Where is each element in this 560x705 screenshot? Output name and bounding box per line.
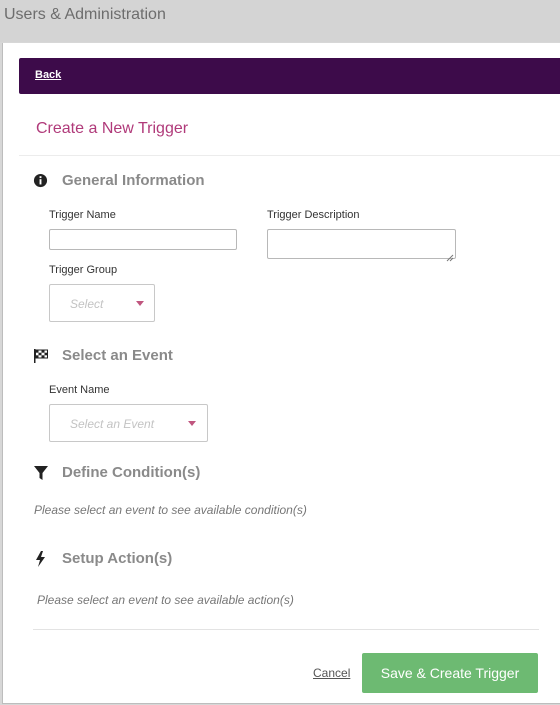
- window-title: Users & Administration: [4, 6, 166, 23]
- trigger-description-input[interactable]: [267, 229, 456, 259]
- trigger-name-label: Trigger Name: [49, 209, 116, 221]
- chevron-down-icon: [188, 421, 196, 426]
- save-create-trigger-button[interactable]: Save & Create Trigger: [362, 653, 538, 693]
- trigger-name-input[interactable]: [49, 229, 237, 250]
- conditions-hint: Please select an event to see available …: [34, 503, 307, 517]
- cancel-link[interactable]: Cancel: [313, 666, 350, 680]
- actions-hint: Please select an event to see available …: [37, 593, 294, 607]
- event-name-placeholder: Select an Event: [70, 417, 155, 431]
- trigger-description-label: Trigger Description: [267, 209, 360, 221]
- back-bar: Back: [19, 58, 560, 94]
- title-divider: [19, 155, 560, 156]
- page-title: Create a New Trigger: [36, 120, 189, 137]
- filter-icon: [33, 465, 49, 481]
- checkered-flag-icon: [33, 348, 49, 364]
- info-icon: [33, 173, 49, 189]
- footer-divider: [33, 629, 539, 630]
- chevron-down-icon: [136, 301, 144, 306]
- window-titlebar: Users & Administration: [0, 0, 560, 42]
- section-general-title: General Information: [62, 172, 205, 189]
- lightning-bolt-icon: [33, 551, 49, 567]
- trigger-group-label: Trigger Group: [49, 264, 118, 276]
- event-name-select[interactable]: Select an Event: [49, 404, 208, 442]
- section-event-title: Select an Event: [62, 347, 173, 364]
- trigger-group-select[interactable]: Select: [49, 284, 155, 322]
- back-link[interactable]: Back: [35, 69, 61, 81]
- trigger-group-placeholder: Select: [70, 297, 104, 311]
- resize-grip-icon[interactable]: [446, 249, 454, 262]
- section-actions-title: Setup Action(s): [62, 550, 173, 567]
- event-name-label: Event Name: [49, 384, 110, 396]
- trigger-panel: Back Create a New Trigger General Inform…: [2, 43, 560, 704]
- section-conditions-title: Define Condition(s): [62, 464, 201, 481]
- trigger-description-wrapper: [267, 229, 456, 262]
